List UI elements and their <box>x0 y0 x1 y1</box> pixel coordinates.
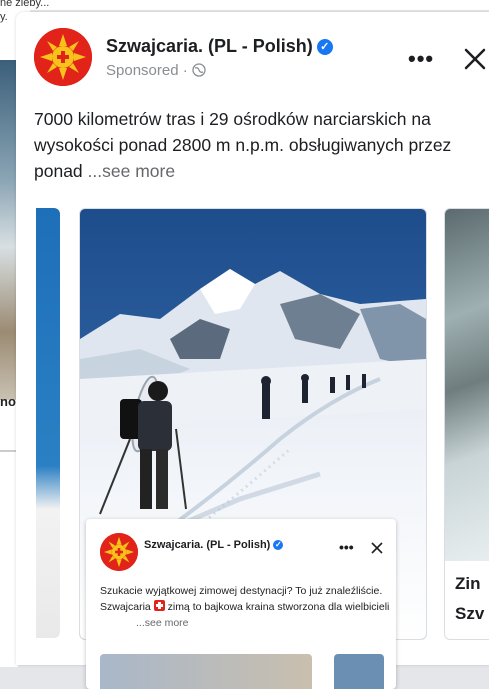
background-post-caption: no <box>0 394 16 409</box>
page-name: Szwajcaria. (PL - Polish) <box>106 36 313 56</box>
post-body: 7000 kilometrów tras i 29 ośrodków narci… <box>34 106 484 184</box>
mini-carousel-image <box>100 654 312 689</box>
mini-see-more-link[interactable]: ...see more <box>136 617 189 629</box>
mini-post-body: Szukacie wyjątkowej zimowej destynacji? … <box>100 583 390 631</box>
background-post-edge <box>30 0 489 10</box>
swiss-sun-logo-icon <box>34 28 92 86</box>
nested-ad-preview[interactable]: Szwajcaria. (PL - Polish) ✓ ••• Szukacie … <box>86 519 396 689</box>
page-avatar[interactable] <box>34 28 92 86</box>
globe-icon <box>192 63 206 77</box>
next-slide-caption-line2: Szv <box>455 604 485 623</box>
verified-badge-icon: ✓ <box>316 39 333 55</box>
carousel-previous-slide[interactable] <box>36 208 60 638</box>
sponsored-label[interactable]: Sponsored · <box>106 62 206 79</box>
mini-body-text-2: zimą to bajkowa kraina stworzona dla wie… <box>164 601 390 613</box>
sponsored-post-card: Szwajcaria. (PL - Polish) ✓ Sponsored · •… <box>16 12 489 689</box>
page-name-link[interactable]: Szwajcaria. (PL - Polish) ✓ <box>106 36 333 57</box>
mini-page-avatar <box>100 533 138 571</box>
mini-close-icon[interactable] <box>370 541 384 555</box>
next-slide-image <box>445 209 489 561</box>
sponsored-text: Sponsored · <box>106 62 192 79</box>
carousel-next-slide[interactable]: Zin Szv <box>444 208 489 640</box>
mini-page-name: Szwajcaria. (PL - Polish) ✓ <box>144 539 284 551</box>
see-more-link[interactable]: ...see more <box>88 161 176 181</box>
mini-more-options-icon[interactable]: ••• <box>339 539 354 555</box>
swiss-flag-icon <box>153 600 165 611</box>
mini-carousel-image-2 <box>334 654 384 689</box>
next-slide-caption-line1: Zin <box>455 574 481 593</box>
next-slide-caption: Zin Szv <box>455 569 484 629</box>
close-icon[interactable] <box>462 46 488 72</box>
mini-page-name-text: Szwajcaria. (PL - Polish) <box>144 539 271 551</box>
more-options-icon[interactable]: ••• <box>408 46 434 72</box>
swiss-sun-logo-icon <box>100 533 138 571</box>
mini-verified-badge-icon: ✓ <box>273 540 284 550</box>
